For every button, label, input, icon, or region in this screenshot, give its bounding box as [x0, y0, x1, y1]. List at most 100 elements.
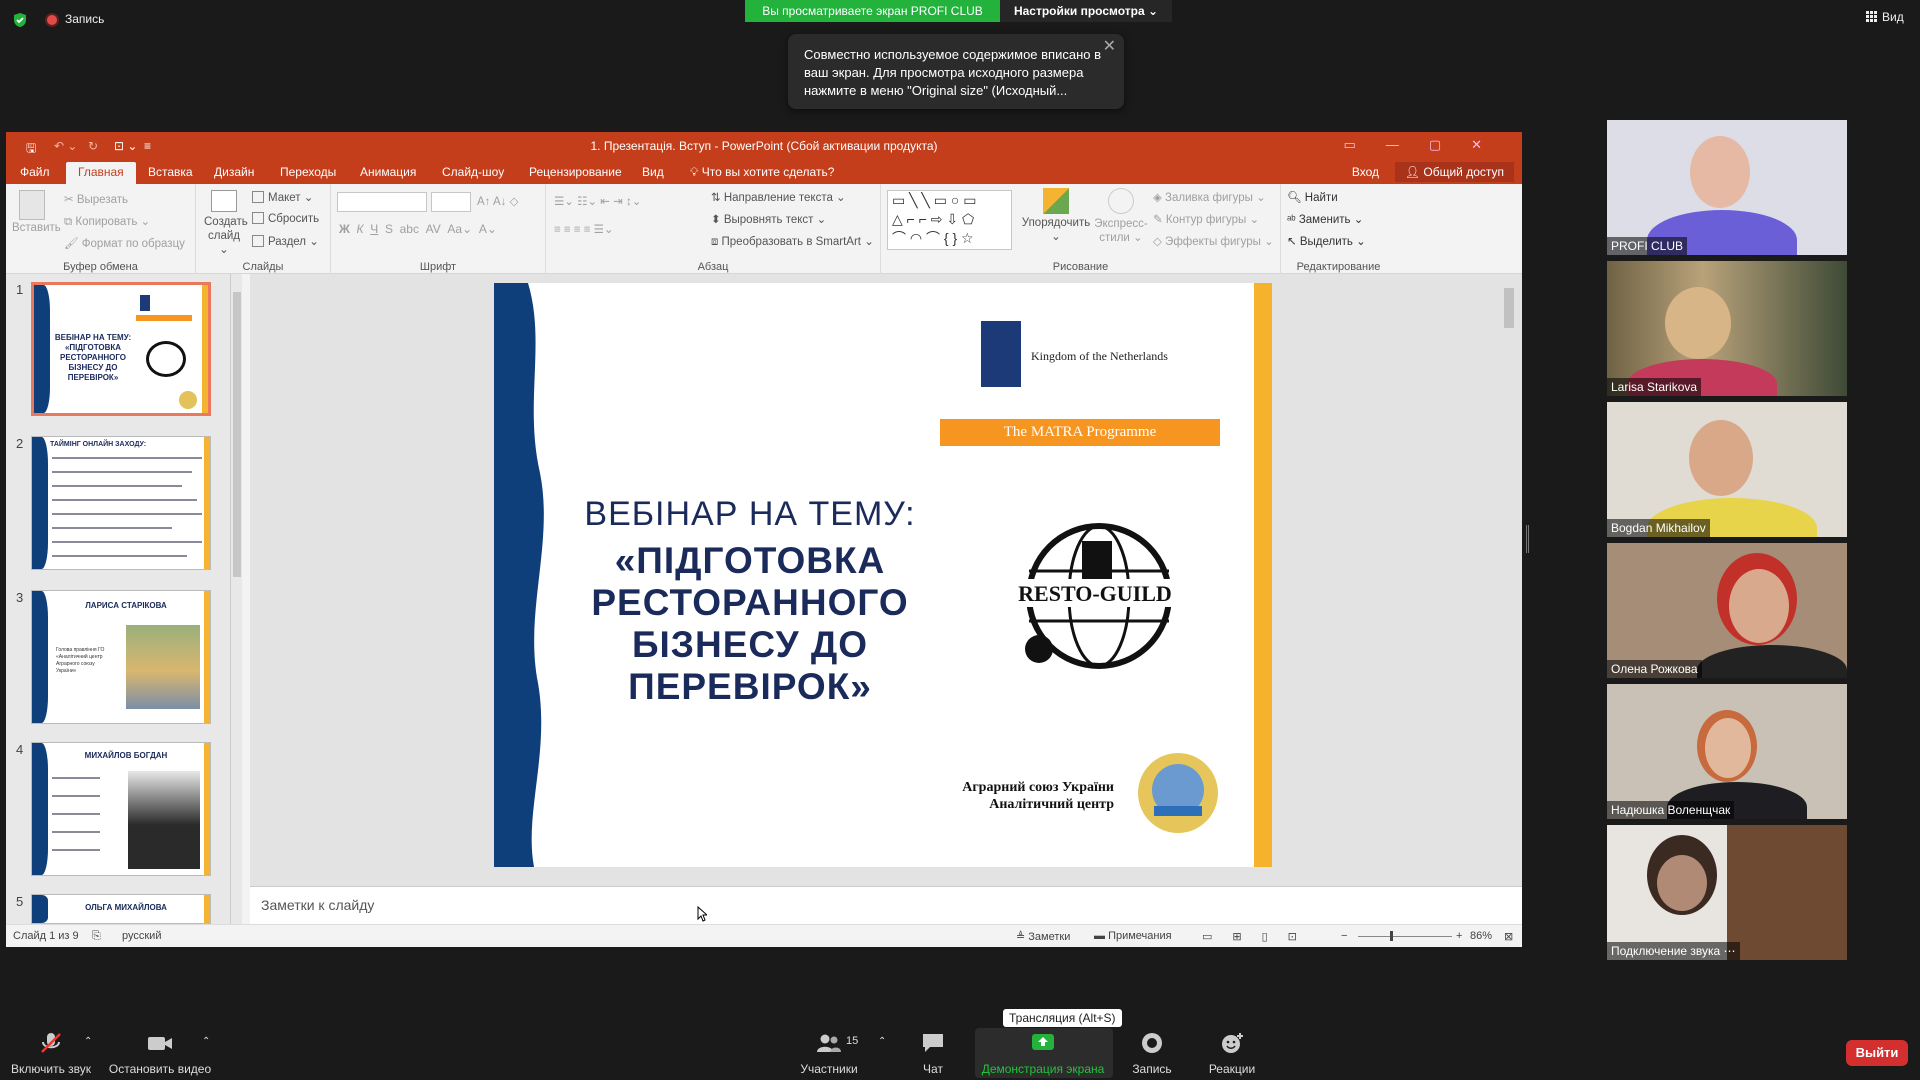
chat-icon[interactable] [920, 1032, 946, 1054]
thumbnails-scrollbar[interactable] [230, 274, 242, 924]
view-button[interactable]: Вид [1866, 10, 1904, 24]
zoom-out-button[interactable]: − [1341, 930, 1347, 942]
slide-thumbnail-1[interactable]: ВЕБІНАР НА ТЕМУ: «ПІДГОТОВКА РЕСТОРАННОГ… [31, 282, 211, 416]
participant-tile[interactable]: Bogdan Mikhailov [1607, 402, 1847, 537]
shape-fill-button[interactable]: ◈ Заливка фигуры ⌄ [1153, 190, 1266, 204]
slide-thumbnail-3[interactable]: ЛАРИСА СТАРІКОВА Голова правління ГО «Ан… [31, 590, 211, 724]
participants-icon[interactable] [816, 1032, 842, 1054]
language-label[interactable]: русский [122, 930, 161, 942]
thumb-matra-bar [136, 315, 192, 321]
reset-button[interactable]: Сбросить [252, 212, 319, 225]
replace-button[interactable]: ᵃᵇ Заменить ⌄ [1287, 212, 1363, 226]
layout-button[interactable]: Макет ⌄ [252, 190, 313, 204]
participant-tile[interactable]: PROFI CLUB [1607, 120, 1847, 255]
notes-button[interactable]: ≜ Заметки [1016, 930, 1070, 943]
format-painter-button[interactable]: 🖌︎ Формат по образцу [64, 236, 185, 250]
video-camera-icon[interactable] [147, 1032, 173, 1054]
participant-face [1665, 287, 1731, 359]
slide-thumbnail-2[interactable]: ТАЙМІНГ ОНЛАЙН ЗАХОДУ: [31, 436, 211, 570]
cut-button[interactable]: ✂︎ Вырезать [64, 192, 128, 206]
participants-options-chevron-icon[interactable]: ⌃ [878, 1036, 886, 1047]
font-size-buttons[interactable]: A↑ A↓ ◇ [477, 194, 518, 208]
tell-me-box[interactable]: 💡︎ Что вы хотите сделать? [690, 165, 834, 180]
find-button[interactable]: 🔍︎ Найти [1287, 190, 1338, 204]
tab-file[interactable]: Файл [20, 165, 50, 179]
zoom-slider[interactable] [1358, 936, 1452, 937]
notes-pane[interactable]: Заметки к слайду [250, 886, 1522, 924]
leave-meeting-button[interactable]: Выйти [1846, 1040, 1908, 1066]
section-button[interactable]: Раздел ⌄ [252, 234, 319, 248]
tab-home[interactable]: Главная [66, 162, 136, 184]
align-text-button[interactable]: ⬍ Выровнять текст ⌄ [711, 212, 826, 226]
spellcheck-icon[interactable]: ⎘ [92, 930, 101, 943]
align-buttons[interactable]: ≡ ≡ ≡ ≡ ☰⌄ [554, 222, 614, 236]
chat-label[interactable]: Чат [923, 1062, 943, 1076]
participant-tile[interactable]: Larisa Starikova [1607, 261, 1847, 396]
font-size-box[interactable] [431, 192, 471, 212]
tab-review[interactable]: Рецензирование [529, 165, 622, 179]
view-settings-button[interactable]: Настройки просмотра ⌄ [1000, 0, 1172, 22]
zoom-slider-knob[interactable] [1390, 931, 1393, 941]
new-slide-button[interactable]: Создать слайд ⌄ [204, 190, 248, 257]
shape-outline-button[interactable]: ✎ Контур фигуры ⌄ [1153, 212, 1259, 226]
current-slide[interactable]: Kingdom of the Netherlands The MATRA Pro… [494, 283, 1272, 867]
record-icon[interactable] [1139, 1032, 1165, 1054]
copy-button[interactable]: ⧉ Копировать ⌄ [64, 214, 150, 229]
resto-guild-text: RESTO-GUILD [1018, 581, 1172, 606]
share-button[interactable]: 👤︎ Общий доступ [1394, 162, 1514, 182]
zoom-in-button[interactable]: + [1456, 930, 1462, 942]
reactions-label[interactable]: Реакции [1209, 1062, 1255, 1076]
view-mode-buttons[interactable]: ▭⊞▯⊡ [1202, 930, 1317, 943]
font-style-buttons[interactable]: Ж К Ч S abc AV Aa⌄ A⌄ [339, 222, 497, 236]
slide-thumbnail-5[interactable]: ОЛЬГА МИХАЙЛОВА [31, 894, 211, 924]
paste-button[interactable]: Вставить [12, 190, 61, 234]
participant-tile[interactable]: Олена Рожкова [1607, 543, 1847, 678]
list-buttons[interactable]: ☰⌄ ☷⌄ ⇤ ⇥ ↕⌄ [554, 194, 641, 208]
shape-effects-button[interactable]: ◇ Эффекты фигуры ⌄ [1153, 234, 1274, 248]
tab-design[interactable]: Дизайн [214, 165, 254, 179]
tab-insert[interactable]: Вставка [148, 165, 193, 179]
tab-transitions[interactable]: Переходы [280, 165, 336, 179]
slide-scrollbar[interactable] [1502, 274, 1516, 874]
participants-label[interactable]: Участники [800, 1062, 857, 1076]
tab-slideshow[interactable]: Слайд-шоу [442, 165, 504, 179]
select-button[interactable]: ↖ Выделить ⌄ [1287, 234, 1366, 248]
slides-group: Создать слайд ⌄ Макет ⌄ Сбросить Раздел … [196, 184, 331, 274]
shapes-gallery[interactable]: ▭ ╲ ╲ ▭ ○ ▭ △ ⌐ ⌐ ⇨ ⇩ ⬠ ⌒ ◠ ⌒ { } ☆ [887, 190, 1012, 250]
scroll-thumb[interactable] [1504, 288, 1514, 328]
scroll-thumb[interactable] [233, 292, 241, 577]
zoom-level[interactable]: 86% [1470, 930, 1492, 942]
recording-label[interactable]: Запись [65, 12, 104, 26]
comments-button[interactable]: ▬ Примечания [1094, 930, 1172, 942]
sign-in-link[interactable]: Вход [1352, 165, 1379, 179]
smartart-button[interactable]: ⧈ Преобразовать в SmartArt ⌄ [711, 234, 874, 249]
quick-styles-button[interactable]: Экспресс-стили ⌄ [1091, 188, 1151, 245]
tab-view[interactable]: Вид [642, 165, 664, 179]
microphone-muted-icon[interactable] [38, 1032, 64, 1054]
fit-screen-notice: Совместно используемое содержимое вписан… [788, 34, 1124, 109]
share-screen-label[interactable]: Демонстрация экрана [982, 1062, 1105, 1076]
window-controls[interactable]: ▭—▢✕ [1344, 137, 1512, 153]
audio-options-chevron-icon[interactable]: ⌃ [84, 1036, 92, 1047]
thumb-line [52, 831, 100, 833]
shield-icon[interactable] [12, 12, 28, 28]
participant-tile[interactable]: Подключение звука ⋯ [1607, 825, 1847, 960]
close-icon[interactable]: ✕ [1103, 38, 1116, 56]
unmute-label[interactable]: Включить звук [11, 1062, 91, 1076]
share-screen-icon[interactable] [1030, 1032, 1056, 1054]
participant-tile[interactable]: Надюшка Воленщчак [1607, 684, 1847, 819]
slide-thumbnail-4[interactable]: МИХАЙЛОВ БОГДАН [31, 742, 211, 876]
record-label[interactable]: Запись [1132, 1062, 1171, 1076]
video-options-chevron-icon[interactable]: ⌃ [202, 1036, 210, 1047]
font-name-box[interactable] [337, 192, 427, 212]
thumb-number: 4 [16, 742, 24, 757]
reactions-icon[interactable] [1219, 1032, 1245, 1054]
arrange-button[interactable]: Упорядочить ⌄ [1021, 188, 1091, 243]
text-direction-button[interactable]: ⇅ Направление текста ⌄ [711, 190, 846, 204]
tab-animations[interactable]: Анимация [360, 165, 416, 179]
align-text-icon: ⬍ [711, 214, 724, 226]
panel-splitter-handle[interactable] [1526, 525, 1529, 553]
stop-video-label[interactable]: Остановить видео [109, 1062, 211, 1076]
fit-slide-icon[interactable]: ⊠ [1504, 930, 1513, 943]
text-direction-icon: ⇅ [711, 192, 724, 204]
